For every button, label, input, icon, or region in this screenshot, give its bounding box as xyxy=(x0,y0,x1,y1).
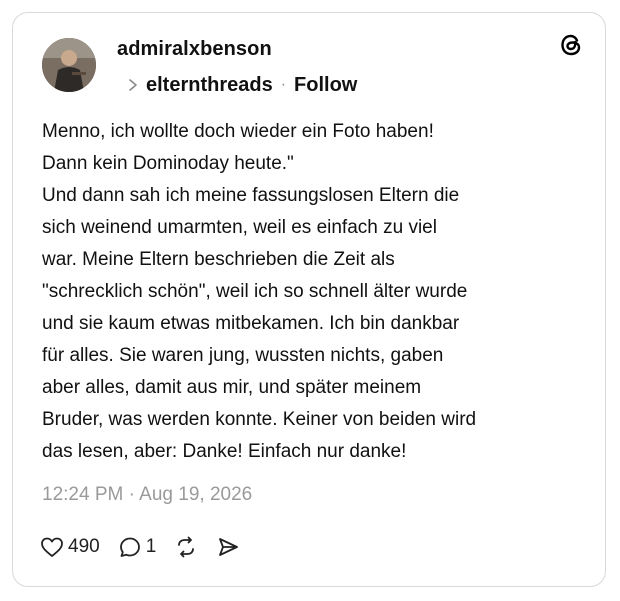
post-text-line: war. Meine Eltern beschrieben die Zeit a… xyxy=(42,249,395,270)
share-button[interactable] xyxy=(216,536,240,558)
threads-logo-icon[interactable] xyxy=(558,32,584,58)
reply-count: 1 xyxy=(145,536,157,557)
repost-icon xyxy=(178,536,195,558)
chevron-right-icon xyxy=(129,79,137,91)
post-text-line: Und dann sah ich meine fassungslosen Elt… xyxy=(42,185,460,206)
post-text-line: "schrecklich schön", weil ich so schnell… xyxy=(42,281,468,302)
post-text-line: Dann kein Dominoday heute." xyxy=(42,153,294,174)
post-text-line: das lesen, aber: Danke! Einfach nur dank… xyxy=(42,441,407,462)
post-text-line: und sie kaum etwas mitbekamen. Ich bin d… xyxy=(42,313,460,334)
community-name-link[interactable]: elternthreads xyxy=(146,74,273,97)
post-text-line: Menno, ich wollte doch wieder ein Foto h… xyxy=(42,121,434,142)
post-body: Menno, ich wollte doch wieder ein Foto h… xyxy=(42,116,582,468)
avatar-image xyxy=(42,38,96,92)
speech-bubble-icon xyxy=(119,537,140,557)
repost-button[interactable] xyxy=(174,536,198,558)
post-text-line: Bruder, was werden konnte. Keiner von be… xyxy=(42,409,477,430)
post-text-line: aber alles, damit aus mir, und später me… xyxy=(42,377,422,398)
post-timestamp[interactable]: 12:24 PM · Aug 19, 2026 xyxy=(42,484,252,506)
send-icon xyxy=(219,538,239,556)
post-community-line: elternthreads · Follow xyxy=(126,71,357,99)
post-actions: 490 1 xyxy=(40,532,258,562)
like-count: 490 xyxy=(68,536,100,557)
heart-icon xyxy=(41,537,63,557)
like-button[interactable]: 490 xyxy=(40,536,100,558)
post-text-line: sich weinend umarmten, weil es einfach z… xyxy=(42,217,437,238)
post-author-username[interactable]: admiralxbenson xyxy=(117,38,272,61)
post-text-line: für alles. Sie waren jung, wussten nicht… xyxy=(42,345,444,366)
avatar[interactable] xyxy=(42,38,96,92)
reply-button[interactable]: 1 xyxy=(118,536,157,558)
separator-dot: · xyxy=(280,76,287,93)
follow-button[interactable]: Follow xyxy=(294,74,357,97)
